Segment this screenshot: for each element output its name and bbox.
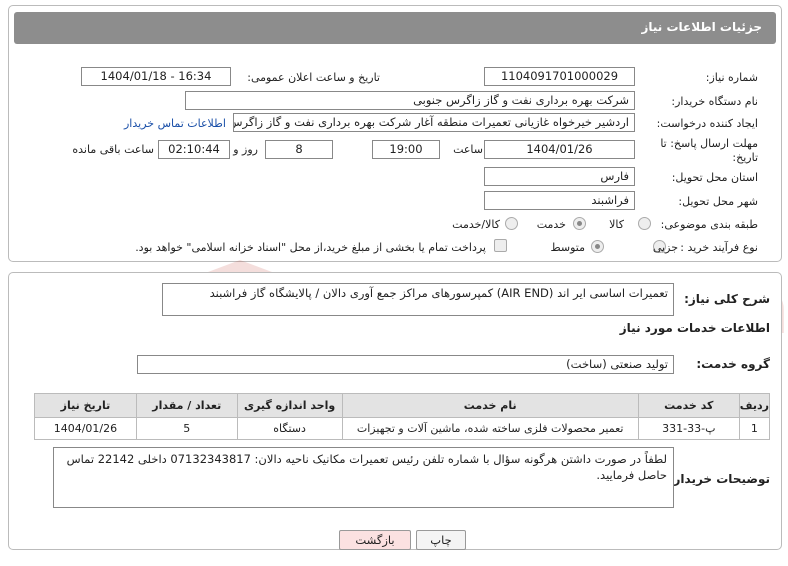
need-number-label: شماره نیاز: (705, 71, 758, 84)
services-table: تاریخ نیاز تعداد / مقدار واحد اندازه گیر… (34, 393, 771, 440)
col-service-name-header: نام خدمت (341, 393, 639, 418)
process-label: نوع فرآیند خرید : (680, 241, 758, 254)
back-button[interactable]: بازگشت (339, 530, 411, 550)
col-unit-header: واحد اندازه گیری (236, 393, 343, 418)
category-option-goods-service: کالا/خدمت (452, 218, 500, 231)
print-button[interactable]: چاپ (416, 530, 466, 550)
category-option-service: خدمت (536, 218, 566, 231)
table-header-row: تاریخ نیاز تعداد / مقدار واحد اندازه گیر… (34, 393, 771, 418)
col-date-header: تاریخ نیاز (34, 393, 137, 418)
treasury-payment-checkbox[interactable] (494, 239, 507, 252)
city-label: شهر محل تحویل: (678, 195, 758, 208)
summary-label: شرح کلی نیاز: (684, 292, 770, 306)
category-radio-service[interactable] (573, 217, 586, 230)
creator-label: ایجاد کننده درخواست: (656, 117, 758, 130)
col-qty-header: تعداد / مقدار (135, 393, 238, 418)
remaining-time-field: 02:10:44 (158, 140, 230, 159)
process-option-minor: جزیی (652, 241, 678, 254)
category-radio-goods[interactable] (638, 217, 651, 230)
summary-textbox[interactable]: تعمیرات اساسی ایر اند (AIR END) کمپرسوره… (162, 283, 674, 316)
province-label: استان محل تحویل: (671, 171, 758, 184)
summary-text: تعمیرات اساسی ایر اند (AIR END) کمپرسوره… (209, 286, 668, 300)
service-group-label: گروه خدمت: (696, 357, 770, 371)
need-number-field: 1104091701000029 (484, 67, 635, 86)
city-field: فراشبند (484, 191, 635, 210)
cell-service-name: تعمیر محصولات فلزی ساخته شده، ماشین آلات… (341, 417, 639, 440)
cell-unit: دستگاه (236, 417, 343, 440)
remaining-label: ساعت باقی مانده (72, 143, 154, 156)
page-title: جزئیات اطلاعات نیاز (641, 20, 762, 34)
cell-date: 1404/01/26 (34, 417, 137, 440)
cell-row: 1 (738, 417, 771, 440)
category-option-goods: کالا (609, 218, 624, 231)
services-section-title: اطلاعات خدمات مورد نیاز (619, 321, 770, 335)
col-code-header: کد خدمت (637, 393, 740, 418)
category-label: طبقه بندی موضوعی: (660, 218, 758, 231)
header-bar: جزئیات اطلاعات نیاز (14, 12, 776, 44)
announce-datetime-field: 1404/01/18 - 16:34 (81, 67, 231, 86)
days-label: روز و (233, 143, 258, 156)
buyer-org-label: نام دستگاه خریدار: (671, 95, 758, 108)
province-field: فارس (484, 167, 635, 186)
deadline-label: مهلت ارسال پاسخ: تا تاریخ: (660, 137, 758, 164)
deadline-time-label: ساعت (453, 143, 483, 156)
cell-code: پ-33-331 (637, 417, 740, 440)
deadline-date-field: 1404/01/26 (484, 140, 635, 159)
treasury-payment-note: پرداخت تمام یا بخشی از مبلغ خرید،از محل … (135, 241, 486, 254)
table-row: 1404/01/26 5 دستگاه تعمیر محصولات فلزی س… (34, 417, 771, 440)
days-field: 8 (265, 140, 333, 159)
announce-label: تاریخ و ساعت اعلان عمومی: (247, 71, 380, 84)
deadline-time-field: 19:00 (372, 140, 440, 159)
buyer-notes-text: لطفاً در صورت داشتن هرگونه سؤال با شماره… (66, 452, 667, 482)
buyer-notes-label: توضیحات خریدار: (668, 472, 770, 486)
creator-field: اردشیر خیرخواه غازیانی تعمیرات منطقه آغا… (233, 113, 635, 132)
cell-qty: 5 (135, 417, 238, 440)
service-group-field: تولید صنعتی (ساخت) (137, 355, 674, 374)
category-radio-goods-service[interactable] (505, 217, 518, 230)
buyer-org-field: شرکت بهره برداری نفت و گاز زاگرس جنوبی (185, 91, 635, 110)
process-radio-medium[interactable] (591, 240, 604, 253)
buyer-notes-textbox[interactable]: لطفاً در صورت داشتن هرگونه سؤال با شماره… (53, 447, 674, 508)
col-row-header: ردیف (738, 393, 771, 418)
buyer-contact-link[interactable]: اطلاعات تماس خریدار (124, 117, 226, 130)
process-option-medium: متوسط (550, 241, 585, 254)
